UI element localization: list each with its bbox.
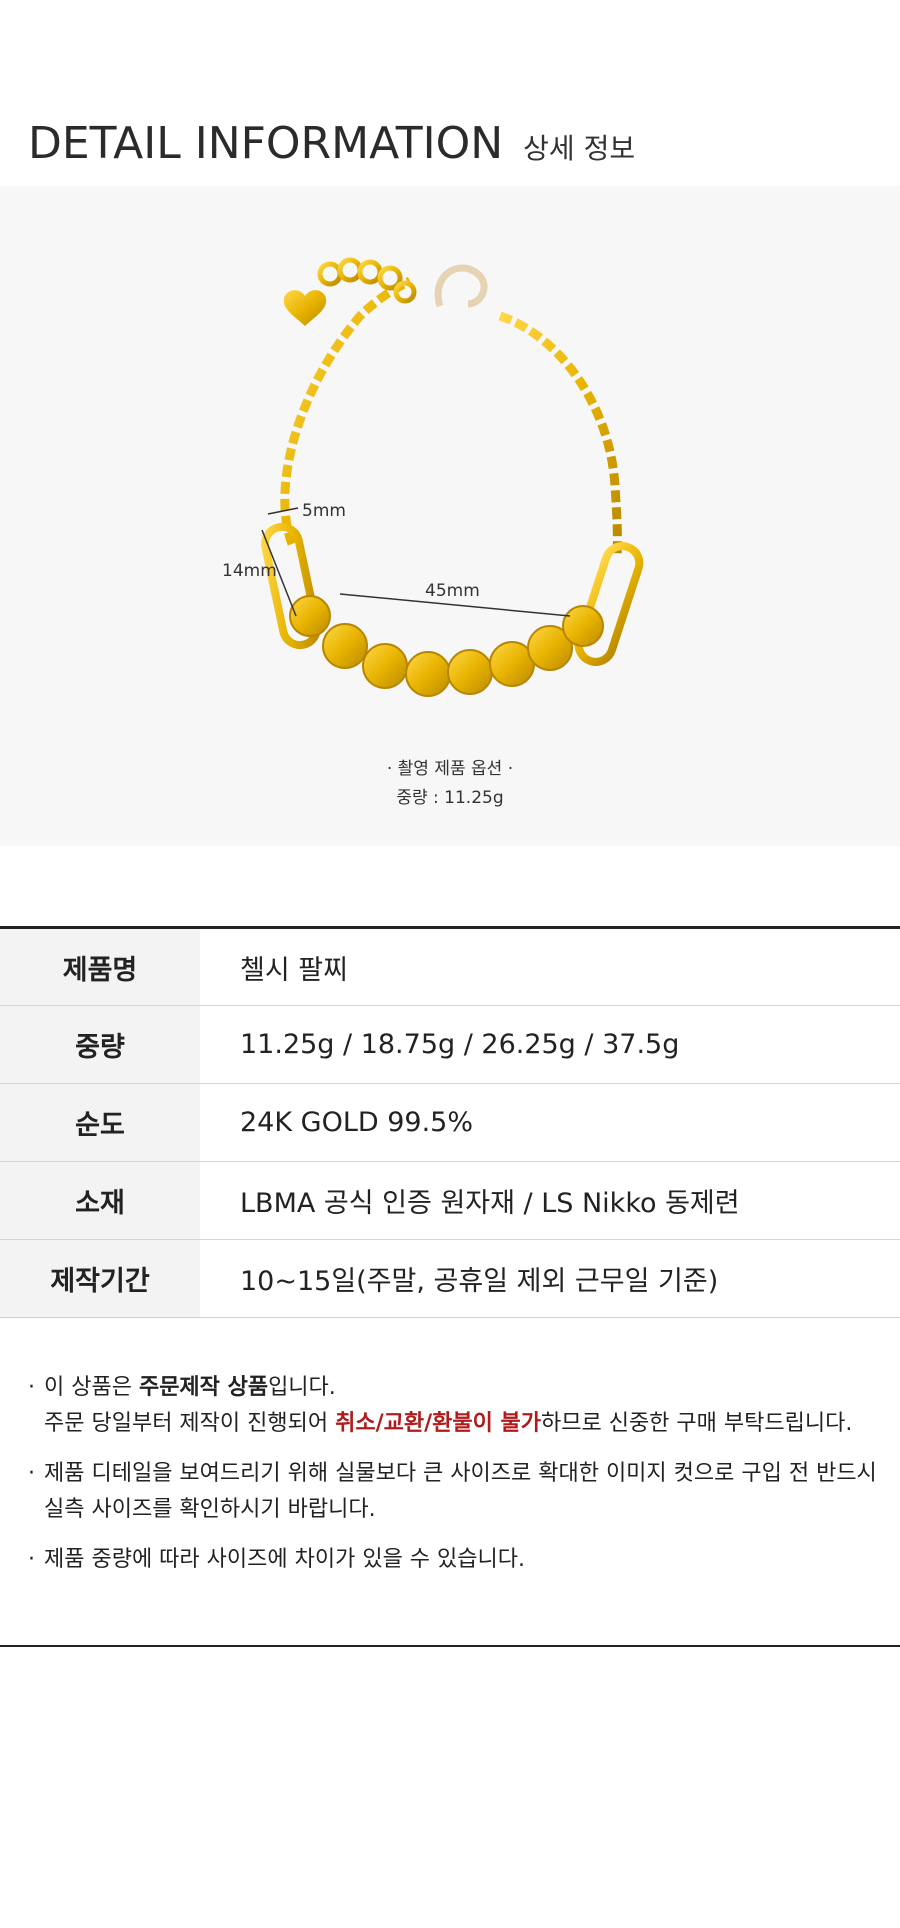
table-row: 순도 24K GOLD 99.5%	[0, 1083, 900, 1162]
extension-rings	[317, 257, 417, 304]
row-label: 제작기간	[0, 1239, 200, 1318]
notice-text: 하므로 신중한 구매 부탁드립니다.	[540, 1411, 853, 1436]
title-subtitle: 상세 정보	[523, 132, 636, 165]
knot-links	[289, 595, 604, 697]
row-value: 첼시 팔찌	[240, 954, 348, 986]
bullet: ·	[28, 1547, 35, 1572]
row-value: 24K GOLD 99.5%	[240, 1107, 474, 1138]
clasp	[434, 264, 488, 308]
notice-text: 입니다.	[268, 1375, 336, 1400]
dim-5mm: 5mm	[302, 501, 346, 521]
dim-14mm: 14mm	[222, 561, 277, 581]
row-value: 11.25g / 18.75g / 26.25g / 37.5g	[240, 1029, 680, 1060]
chain-right	[498, 311, 622, 557]
table-row: 제품명 첼시 팔찌	[0, 927, 900, 1006]
bullet: ·	[28, 1375, 35, 1400]
dim-45mm: 45mm	[425, 581, 480, 601]
notice-item: · 제품 중량에 따라 사이즈에 차이가 있을 수 있습니다.	[28, 1542, 878, 1578]
long-link-right	[574, 542, 644, 666]
heart-charm	[283, 290, 327, 326]
table-row: 제작기간 10~15일(주말, 공휴일 제외 근무일 기준)	[0, 1239, 900, 1318]
notice-text: 실측 사이즈를 확인하시기 바랍니다.	[44, 1497, 376, 1522]
row-label: 중량	[0, 1005, 200, 1084]
notice-list: · 이 상품은 주문제작 상품입니다. 주문 당일부터 제작이 진행되어 취소/…	[28, 1370, 878, 1592]
row-label: 소재	[0, 1161, 200, 1240]
bracelet-illustration: 5mm 14mm 45mm	[222, 257, 644, 697]
divider	[0, 1645, 900, 1647]
spec-table: 제품명 첼시 팔찌 중량 11.25g / 18.75g / 26.25g / …	[0, 926, 900, 1318]
notice-text: 주문 당일부터 제작이 진행되어	[44, 1411, 336, 1436]
notice-text: 제품 디테일을 보여드리기 위해 실물보다 큰 사이즈로 확대한 이미지 컷으로…	[44, 1461, 877, 1486]
notice-text: 이 상품은	[44, 1375, 139, 1400]
notice-item: · 이 상품은 주문제작 상품입니다. 주문 당일부터 제작이 진행되어 취소/…	[28, 1370, 878, 1442]
notice-warning: 취소/교환/환불이 불가	[335, 1411, 541, 1436]
caption-option: · 촬영 제품 옵션 ·	[386, 759, 514, 779]
page-title: DETAIL INFORMATION 상세 정보	[28, 118, 635, 169]
caption-weight: 중량 : 11.25g	[396, 788, 504, 808]
product-photo: 5mm 14mm 45mm · 촬영 제품 옵션 · 중량 : 11.25g	[0, 186, 900, 846]
table-row: 소재 LBMA 공식 인증 원자재 / LS Nikko 동제련	[0, 1161, 900, 1240]
notice-text: 제품 중량에 따라 사이즈에 차이가 있을 수 있습니다.	[44, 1547, 525, 1572]
row-label: 순도	[0, 1083, 200, 1162]
row-label: 제품명	[0, 927, 200, 1006]
bullet: ·	[28, 1461, 35, 1486]
row-value: LBMA 공식 인증 원자재 / LS Nikko 동제련	[240, 1188, 740, 1219]
table-row: 중량 11.25g / 18.75g / 26.25g / 37.5g	[0, 1005, 900, 1084]
notice-bold: 주문제작 상품	[138, 1375, 269, 1400]
notice-item: · 제품 디테일을 보여드리기 위해 실물보다 큰 사이즈로 확대한 이미지 컷…	[28, 1456, 878, 1528]
title-text: DETAIL INFORMATION	[28, 118, 504, 169]
row-value: 10~15일(주말, 공휴일 제외 근무일 기준)	[240, 1266, 719, 1297]
